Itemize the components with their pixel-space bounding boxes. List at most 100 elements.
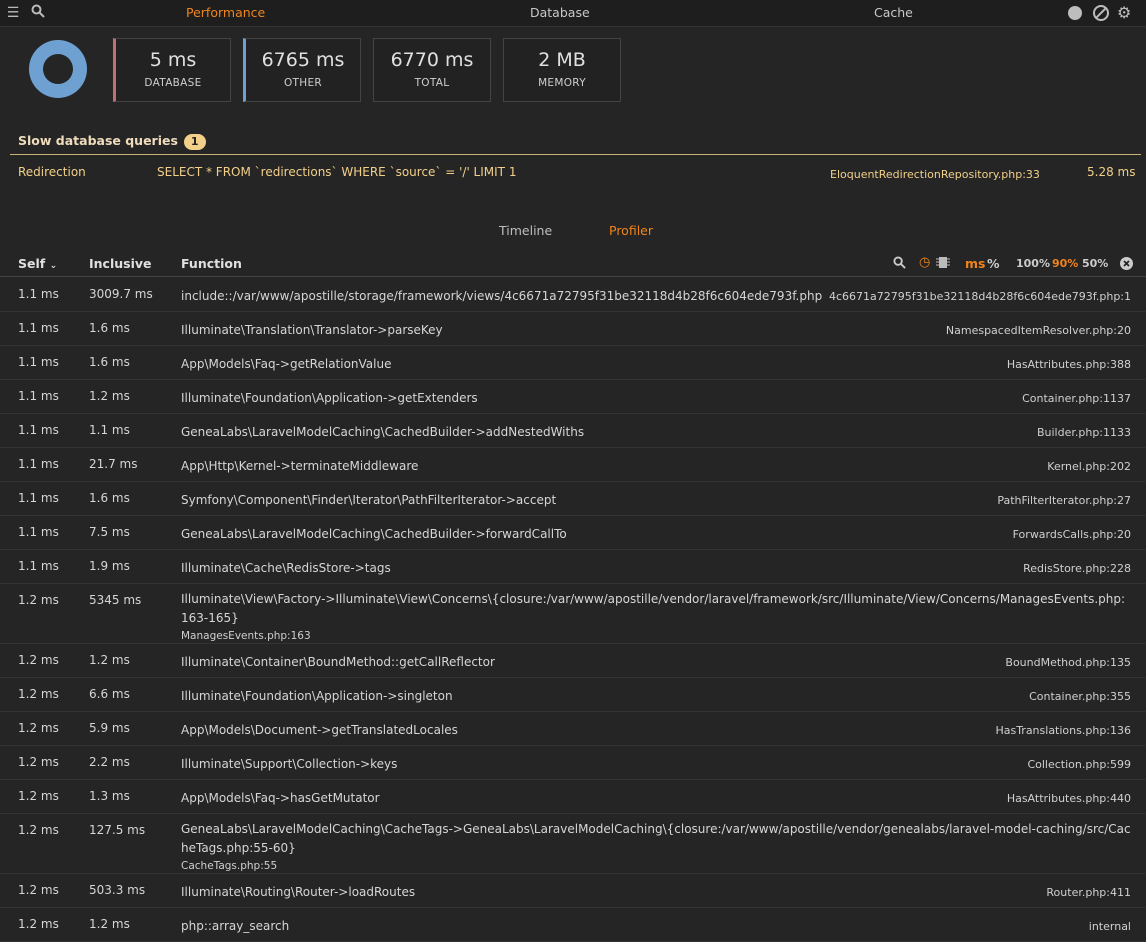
- search-icon[interactable]: [893, 256, 906, 272]
- tab-performance[interactable]: Performance: [186, 5, 265, 20]
- table-row[interactable]: 1.2 ms 503.3 ms Illuminate\Routing\Router-…: [0, 873, 1146, 908]
- function-cell: Illuminate\Foundation\Application->singl…: [181, 687, 1131, 706]
- self-time: 1.2 ms: [18, 789, 59, 803]
- metric-memory: 2 MB MEMORY: [503, 38, 621, 102]
- table-row[interactable]: 1.2 ms 5345 ms Illuminate\View\Factory->Il…: [0, 583, 1146, 644]
- source-file-link[interactable]: Container.php:355: [1029, 690, 1131, 703]
- record-icon[interactable]: [1068, 6, 1082, 20]
- function-name: App\Models\Faq->getRelationValue: [181, 357, 392, 371]
- function-name: GeneaLabs\LaravelModelCaching\CachedBuil…: [181, 425, 585, 439]
- column-self-label: Self: [18, 256, 46, 271]
- self-time: 1.1 ms: [18, 287, 59, 301]
- inclusive-time: 3009.7 ms: [89, 287, 153, 301]
- function-source-file[interactable]: ManagesEvents.php:163: [181, 628, 1131, 644]
- source-file-link[interactable]: NamespacedItemResolver.php:20: [946, 324, 1131, 337]
- tab-database[interactable]: Database: [530, 5, 590, 20]
- function-cell: Illuminate\Support\Collection->keys: [181, 755, 1131, 774]
- table-row[interactable]: 1.2 ms 5.9 ms App\Models\Document->getTran…: [0, 711, 1146, 746]
- clear-icon[interactable]: [1093, 5, 1109, 21]
- self-time: 1.1 ms: [18, 355, 59, 369]
- sidebar-toggle-icon[interactable]: ☰: [4, 4, 22, 22]
- threshold-100-button[interactable]: 100%: [1016, 257, 1050, 270]
- self-time: 1.1 ms: [18, 389, 59, 403]
- inclusive-time: 1.6 ms: [89, 491, 130, 505]
- sort-desc-icon: ⌄: [49, 261, 58, 271]
- tab-cache[interactable]: Cache: [874, 5, 913, 20]
- column-function-header[interactable]: Function: [181, 256, 242, 271]
- metric-label: TOTAL: [414, 77, 450, 89]
- clock-icon[interactable]: ◷: [919, 255, 930, 270]
- tab-timeline[interactable]: Timeline: [499, 223, 552, 238]
- table-row[interactable]: 1.2 ms 1.2 ms php::array_search internal: [0, 907, 1146, 942]
- source-file-link[interactable]: internal: [1089, 920, 1131, 933]
- source-file-link[interactable]: PathFilterIterator.php:27: [997, 494, 1131, 507]
- threshold-50-button[interactable]: 50%: [1082, 257, 1108, 270]
- table-row[interactable]: 1.1 ms 1.2 ms Illuminate\Foundation\Applic…: [0, 379, 1146, 414]
- unit-percent-toggle[interactable]: %: [987, 256, 1000, 271]
- function-name: Illuminate\Support\Collection->keys: [181, 757, 398, 771]
- self-time: 1.1 ms: [18, 321, 59, 335]
- query-sql[interactable]: SELECT * FROM `redirections` WHERE `sour…: [157, 165, 516, 179]
- source-file-link[interactable]: Container.php:1137: [1022, 392, 1131, 405]
- inclusive-time: 503.3 ms: [89, 883, 146, 897]
- table-row[interactable]: 1.1 ms 1.1 ms GeneaLabs\LaravelModelCachin…: [0, 413, 1146, 448]
- function-name: Illuminate\View\Factory->Illuminate\View…: [181, 592, 1126, 625]
- function-name: Illuminate\Routing\Router->loadRoutes: [181, 885, 416, 899]
- tab-profiler[interactable]: Profiler: [609, 223, 653, 238]
- threshold-90-button[interactable]: 90%: [1052, 257, 1078, 270]
- table-row[interactable]: 1.1 ms 1.6 ms Symfony\Component\Finder\Ite…: [0, 481, 1146, 516]
- table-row[interactable]: 1.2 ms 6.6 ms Illuminate\Foundation\Applic…: [0, 677, 1146, 712]
- table-row[interactable]: 1.2 ms 1.2 ms Illuminate\Container\BoundMe…: [0, 643, 1146, 678]
- function-name: include::/var/www/apostille/storage/fram…: [181, 289, 823, 303]
- table-row[interactable]: 1.1 ms 1.6 ms App\Models\Faq->getRelationV…: [0, 345, 1146, 380]
- column-self-header[interactable]: Self ⌄: [18, 256, 57, 271]
- table-row[interactable]: 1.2 ms 127.5 ms GeneaLabs\LaravelModelCach…: [0, 813, 1146, 874]
- inclusive-time: 1.6 ms: [89, 355, 130, 369]
- slow-queries-title: Slow database queries: [18, 133, 178, 148]
- source-file-link[interactable]: Collection.php:599: [1027, 758, 1131, 771]
- close-icon[interactable]: [1120, 257, 1133, 273]
- self-time: 1.1 ms: [18, 423, 59, 437]
- metric-label: OTHER: [283, 77, 322, 89]
- table-row[interactable]: 1.1 ms 3009.7 ms include::/var/www/apostil…: [0, 277, 1146, 312]
- divider: [10, 154, 1141, 155]
- function-cell: php::array_search: [181, 917, 1131, 936]
- source-file-link[interactable]: Router.php:411: [1046, 886, 1131, 899]
- table-row[interactable]: 1.1 ms 7.5 ms GeneaLabs\LaravelModelCachin…: [0, 515, 1146, 550]
- memory-chip-icon[interactable]: [936, 256, 950, 272]
- inclusive-time: 1.1 ms: [89, 423, 130, 437]
- table-row[interactable]: 1.2 ms 2.2 ms Illuminate\Support\Collectio…: [0, 745, 1146, 780]
- self-time: 1.2 ms: [18, 721, 59, 735]
- metric-value: 2 MB: [538, 49, 586, 71]
- inclusive-time: 5.9 ms: [89, 721, 130, 735]
- slow-queries-count-badge: 1: [183, 134, 206, 150]
- inclusive-time: 1.2 ms: [89, 653, 130, 667]
- gear-icon[interactable]: ⚙: [1117, 3, 1131, 22]
- source-file-link[interactable]: Builder.php:1133: [1037, 426, 1131, 439]
- source-file-link[interactable]: Kernel.php:202: [1047, 460, 1131, 473]
- self-time: 1.2 ms: [18, 917, 59, 931]
- query-model: Redirection: [18, 165, 86, 179]
- table-row[interactable]: 1.1 ms 1.9 ms Illuminate\Cache\RedisStore-…: [0, 549, 1146, 584]
- source-file-link[interactable]: BoundMethod.php:135: [1005, 656, 1131, 669]
- search-icon[interactable]: [29, 4, 47, 22]
- unit-ms-toggle[interactable]: ms: [965, 256, 985, 271]
- source-file-link[interactable]: HasAttributes.php:388: [1007, 358, 1131, 371]
- slow-queries-heading: Slow database queries 1: [18, 133, 206, 150]
- source-file-link[interactable]: HasAttributes.php:440: [1007, 792, 1131, 805]
- function-cell: App\Models\Document->getTranslatedLocale…: [181, 721, 1131, 740]
- source-file-link[interactable]: ForwardsCalls.php:20: [1013, 528, 1131, 541]
- table-row[interactable]: 1.1 ms 1.6 ms Illuminate\Translation\Trans…: [0, 311, 1146, 346]
- function-cell: Illuminate\Cache\RedisStore->tags: [181, 559, 1131, 578]
- table-row[interactable]: 1.2 ms 1.3 ms App\Models\Faq->hasGetMutato…: [0, 779, 1146, 814]
- function-source-file[interactable]: CacheTags.php:55: [181, 858, 1131, 874]
- source-file-link[interactable]: 4c6671a72795f31be32118d4b28f6c604ede793f…: [829, 290, 1131, 303]
- query-file[interactable]: EloquentRedirectionRepository.php:33: [830, 168, 1040, 181]
- inclusive-time: 1.2 ms: [89, 917, 130, 931]
- column-inclusive-header[interactable]: Inclusive: [89, 256, 152, 271]
- source-file-link[interactable]: HasTranslations.php:136: [995, 724, 1131, 737]
- source-file-link[interactable]: RedisStore.php:228: [1023, 562, 1131, 575]
- function-cell: App\Models\Faq->getRelationValue: [181, 355, 1131, 374]
- table-row[interactable]: 1.1 ms 21.7 ms App\Http\Kernel->terminateM…: [0, 447, 1146, 482]
- function-cell: Illuminate\Container\BoundMethod::getCal…: [181, 653, 1131, 672]
